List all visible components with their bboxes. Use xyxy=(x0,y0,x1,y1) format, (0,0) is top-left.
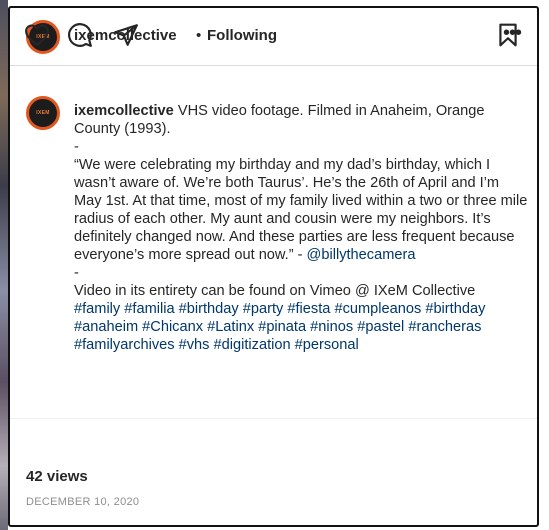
hashtag-link[interactable]: #birthday xyxy=(179,301,239,317)
mention-link[interactable]: @billythecamera xyxy=(307,247,416,263)
post-panel: IXEM ixemcollective • Following ••• IXEM… xyxy=(8,6,539,527)
caption-username-link[interactable]: ixemcollective xyxy=(74,103,174,119)
hashtag-link[interactable]: #pastel xyxy=(357,319,404,335)
background-strip xyxy=(0,0,8,530)
comment-icon[interactable] xyxy=(67,22,93,48)
heart-icon[interactable] xyxy=(24,22,50,48)
caption-quote: “We were celebrating my birthday and my … xyxy=(74,157,528,263)
hashtag-link[interactable]: #pinata xyxy=(258,319,306,335)
hashtag-link[interactable]: #ninos xyxy=(310,319,353,335)
header-separator: • xyxy=(196,27,202,44)
paper-plane-icon[interactable] xyxy=(113,22,139,48)
caption-separator: - xyxy=(74,265,79,281)
post-caption: ixemcollective VHS video footage. Filmed… xyxy=(74,102,529,354)
caption-avatar[interactable]: IXEM xyxy=(26,96,60,130)
view-count[interactable]: 42 views xyxy=(26,468,88,485)
hashtag-link[interactable]: #vhs xyxy=(179,337,210,353)
caption-separator: - xyxy=(74,139,79,155)
hashtag-list: #family #familia #birthday #party #fiest… xyxy=(74,300,529,354)
vimeo-line: Video in its entirety can be found on Vi… xyxy=(74,283,476,299)
hashtag-link[interactable]: #party xyxy=(243,301,284,317)
hashtag-link[interactable]: #anaheim xyxy=(74,319,138,335)
avatar-logo-text: IXEM xyxy=(36,110,50,116)
hashtag-link[interactable]: #rancheras xyxy=(408,319,481,335)
hashtag-link[interactable]: #Chicanx xyxy=(142,319,203,335)
hashtag-link[interactable]: #familyarchives xyxy=(74,337,175,353)
hashtag-link[interactable]: #familia xyxy=(124,301,174,317)
hashtag-link[interactable]: #fiesta xyxy=(287,301,330,317)
hashtag-link[interactable]: #digitization xyxy=(214,337,291,353)
hashtag-link[interactable]: #birthday xyxy=(425,301,485,317)
hashtag-link[interactable]: #Latinx xyxy=(207,319,254,335)
hashtag-link[interactable]: #personal xyxy=(295,337,359,353)
hashtag-link[interactable]: #family xyxy=(74,301,120,317)
hashtag-link[interactable]: #cumpleanos xyxy=(334,301,421,317)
bookmark-icon[interactable] xyxy=(495,22,521,48)
following-button[interactable]: Following xyxy=(207,27,277,44)
post-date: DECEMBER 10, 2020 xyxy=(26,496,140,508)
action-bar xyxy=(10,418,537,458)
